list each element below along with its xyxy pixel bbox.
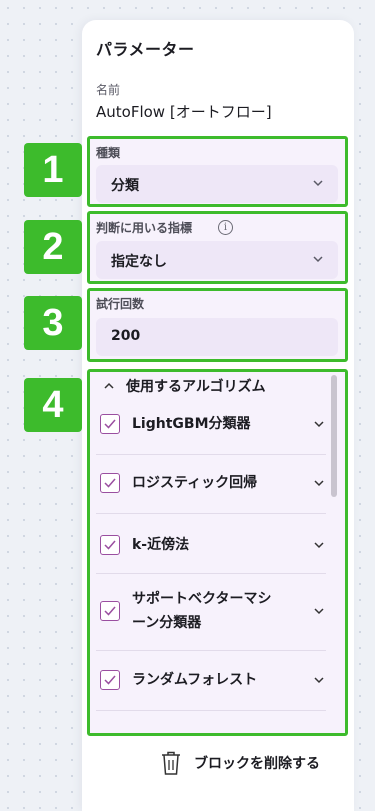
checkbox-checked[interactable] xyxy=(100,601,120,621)
panel-title: パラメーター xyxy=(96,40,195,59)
checkbox-checked[interactable] xyxy=(100,414,120,434)
chevron-down-icon[interactable] xyxy=(312,673,326,687)
algorithm-item[interactable]: ランダムフォレスト xyxy=(96,667,326,693)
metric-select-value: 指定なし xyxy=(111,254,167,270)
divider xyxy=(96,573,326,574)
algorithm-item[interactable]: ロジスティック回帰 xyxy=(96,470,326,496)
algorithm-label-line2: ーン分類器 xyxy=(132,615,202,631)
algorithm-label: ランダムフォレスト xyxy=(132,672,258,688)
metric-select[interactable]: 指定なし xyxy=(96,241,338,279)
algorithm-label: LightGBM分類器 xyxy=(132,416,251,432)
chevron-down-icon[interactable] xyxy=(312,476,326,490)
algorithms-header: 使用するアルゴリズム xyxy=(126,379,266,395)
checkbox-checked[interactable] xyxy=(100,670,120,690)
name-label: 名前 xyxy=(96,83,121,97)
trials-input-value: 200 xyxy=(111,328,141,344)
algorithm-item[interactable]: サポートベクターマシ ーン分類器 xyxy=(96,587,326,635)
badge-3: 3 xyxy=(24,296,82,350)
chevron-down-icon[interactable] xyxy=(312,604,326,618)
divider xyxy=(96,513,326,514)
info-icon[interactable]: i xyxy=(218,220,233,235)
algorithm-item[interactable]: LightGBM分類器 xyxy=(96,411,326,437)
type-select-value: 分類 xyxy=(111,178,139,194)
type-label: 種類 xyxy=(96,146,121,160)
badge-1: 1 xyxy=(24,143,82,197)
divider xyxy=(96,710,326,711)
scrollbar[interactable] xyxy=(331,375,337,497)
chevron-up-icon xyxy=(104,382,114,389)
chevron-down-icon[interactable] xyxy=(312,538,326,552)
delete-block-button[interactable]: ブロックを削除する xyxy=(160,750,345,776)
badge-4: 4 xyxy=(24,378,82,432)
check-icon xyxy=(104,478,116,488)
trials-label: 試行回数 xyxy=(96,297,145,311)
algorithm-label: k-近傍法 xyxy=(132,537,190,553)
type-select[interactable]: 分類 xyxy=(96,165,338,203)
check-icon xyxy=(104,675,116,685)
chevron-down-icon[interactable] xyxy=(312,417,326,431)
badge-2: 2 xyxy=(24,220,82,274)
name-value: AutoFlow [オートフロー] xyxy=(96,103,272,121)
algorithm-label: ロジスティック回帰 xyxy=(132,475,258,491)
check-icon xyxy=(104,606,116,616)
metric-label: 判断に用いる指標 xyxy=(96,221,193,235)
check-icon xyxy=(104,419,116,429)
algorithm-label-line1: サポートベクターマシ xyxy=(132,591,272,607)
checkbox-checked[interactable] xyxy=(100,535,120,555)
chevron-down-icon xyxy=(313,180,323,187)
divider xyxy=(96,454,326,455)
check-icon xyxy=(104,540,116,550)
algorithm-item[interactable]: k-近傍法 xyxy=(96,532,326,558)
chevron-down-icon xyxy=(313,256,323,263)
trash-icon xyxy=(162,751,180,775)
delete-block-label: ブロックを削除する xyxy=(194,756,320,772)
trials-input[interactable]: 200 xyxy=(96,318,338,356)
checkbox-checked[interactable] xyxy=(100,473,120,493)
divider xyxy=(96,650,326,651)
